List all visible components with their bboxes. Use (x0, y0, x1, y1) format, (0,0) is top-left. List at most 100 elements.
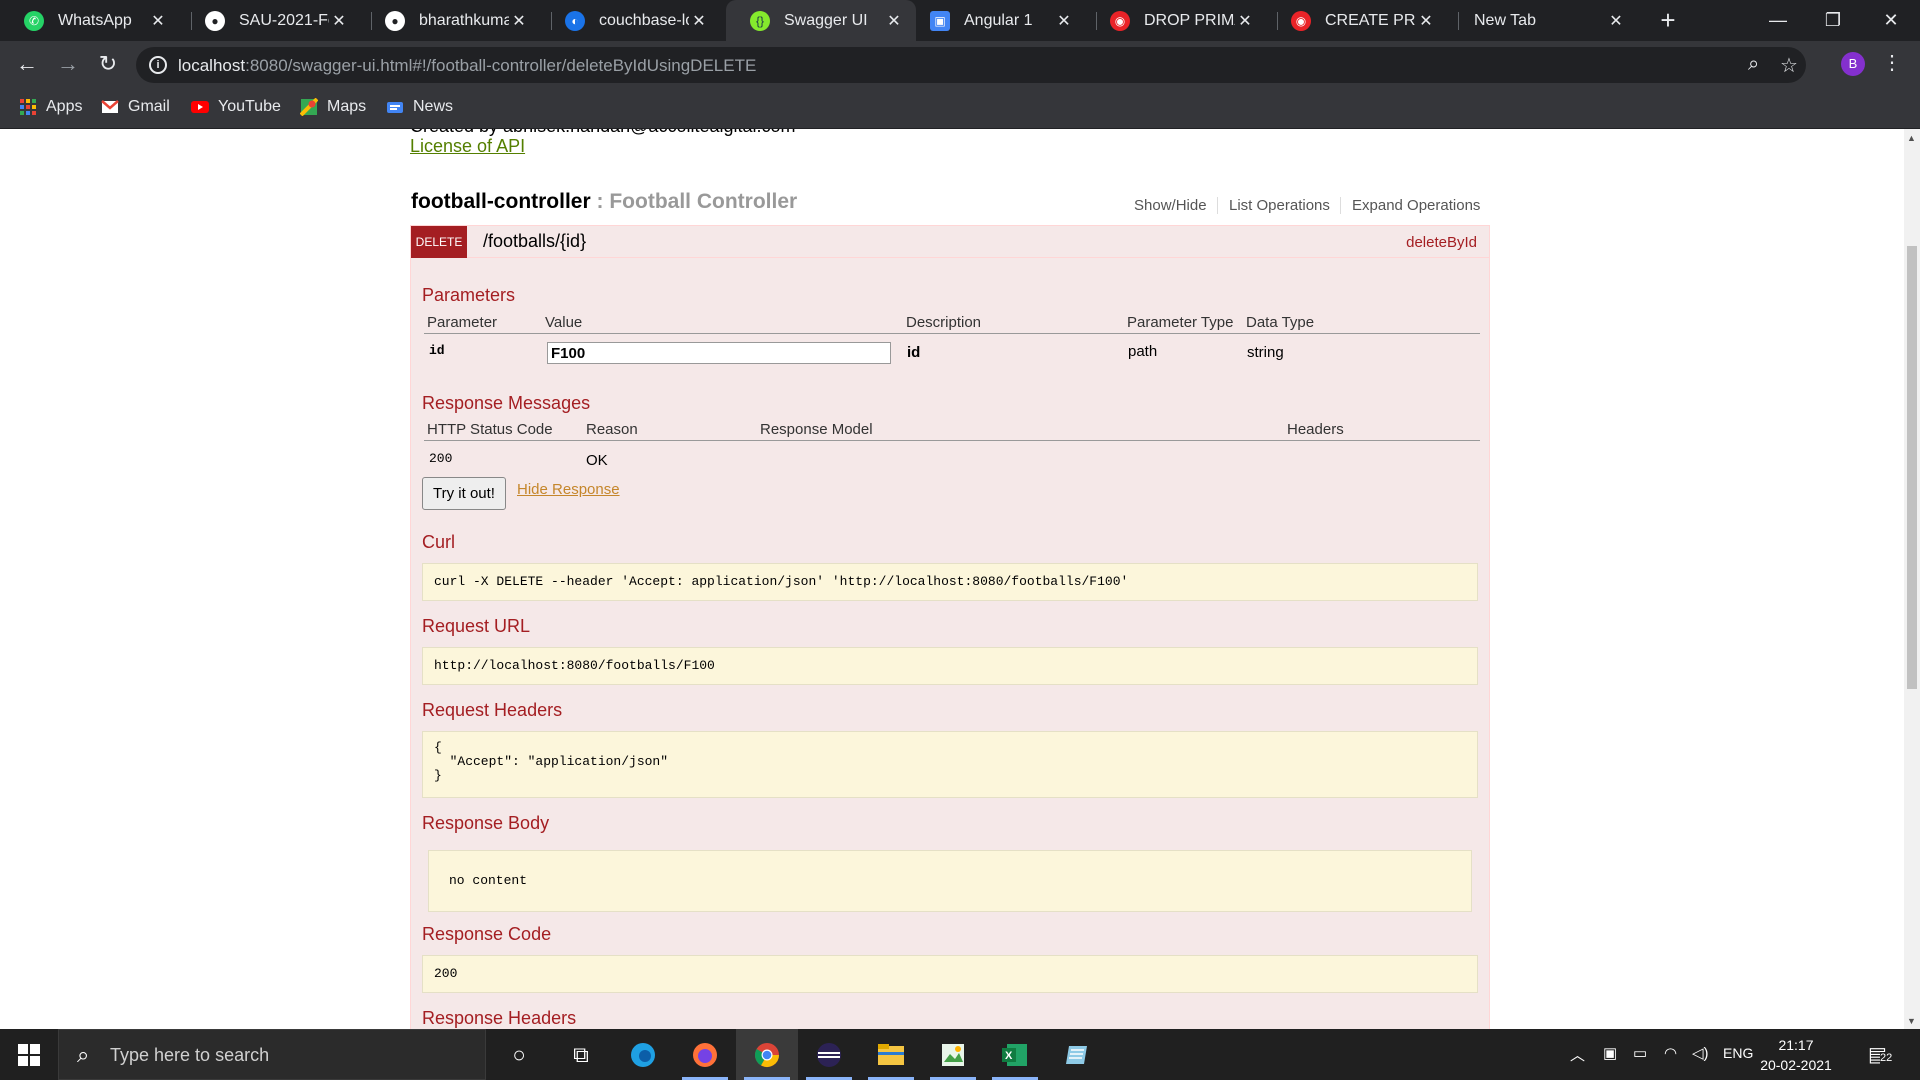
close-icon[interactable]: ✕ (509, 11, 529, 31)
expand-operations-link[interactable]: Expand Operations (1352, 197, 1480, 214)
scrollbar-thumb[interactable] (1907, 246, 1917, 689)
svg-text:X: X (1005, 1050, 1013, 1062)
curl-block: curl -X DELETE --header 'Accept: applica… (422, 563, 1478, 601)
cortana-icon[interactable]: ○ (488, 1029, 550, 1080)
new-tab-button[interactable]: + (1653, 6, 1683, 36)
task-view-icon[interactable]: ⧉ (550, 1029, 612, 1080)
param-header-data-type: Data Type (1246, 314, 1315, 331)
param-header-parameter-type: Parameter Type (1127, 314, 1234, 331)
excel-taskbar-icon[interactable]: X (984, 1029, 1046, 1080)
github-icon: ● (385, 10, 405, 31)
response-code-value: 200 (434, 966, 458, 981)
hide-response-link[interactable]: Hide Response (517, 481, 620, 498)
close-icon[interactable]: ✕ (1606, 11, 1626, 31)
tab-bharathkumar[interactable]: ● bharathkumar5 ✕ (361, 0, 541, 41)
vertical-scrollbar[interactable]: ▲ ▼ (1904, 129, 1920, 1029)
json-accept-line: "Accept": "application/json" (434, 754, 669, 769)
docs-icon: ▣ (930, 10, 950, 31)
controller-separator: : (590, 190, 610, 213)
url-text[interactable]: localhost:8080/swagger-ui.html#!/footbal… (178, 56, 756, 76)
response-body-block: no content (428, 850, 1472, 912)
tab-new-tab[interactable]: New Tab ✕ (1448, 0, 1638, 41)
tab-swagger-ui[interactable]: {} Swagger UI ✕ (726, 0, 916, 41)
browser-toolbar: ← → ↻ i localhost:8080/swagger-ui.html#!… (0, 41, 1920, 88)
close-icon[interactable]: ✕ (1416, 11, 1436, 31)
tab-title: WhatsApp (58, 11, 132, 29)
http-method-badge[interactable]: DELETE (411, 226, 467, 258)
system-clock[interactable]: 21:17 20-02-2021 (1760, 1035, 1832, 1075)
bookmark-star-icon[interactable]: ☆ (1780, 53, 1798, 78)
operation-header[interactable]: DELETE /footballs/{id} deleteById (411, 226, 1489, 258)
taskbar-search-box[interactable]: ⌕ Type here to search (58, 1029, 486, 1080)
close-icon[interactable]: ✕ (884, 11, 904, 31)
edge-taskbar-icon[interactable] (612, 1029, 674, 1080)
bookmark-gmail[interactable]: Gmail (101, 98, 170, 116)
windows-taskbar: ⌕ Type here to search ○ ⧉ X ︿ ▣ ▭ ◠ ◁) E… (0, 1029, 1920, 1080)
address-bar[interactable]: i localhost:8080/swagger-ui.html#!/footb… (136, 47, 1806, 83)
operation-path[interactable]: /footballs/{id} (483, 231, 586, 252)
wifi-icon[interactable]: ◠ (1664, 1044, 1677, 1062)
site-info-icon[interactable]: i (149, 56, 167, 74)
tab-couchbase[interactable]: ◐ couchbase-loca ✕ (541, 0, 721, 41)
tab-angular-1[interactable]: ▣ Angular 1 ✕ (906, 0, 1086, 41)
bookmark-youtube[interactable]: YouTube (191, 98, 281, 116)
resp-header-status: HTTP Status Code (427, 421, 553, 438)
tab-title: CREATE PRIMAR (1325, 11, 1416, 29)
github-icon: ● (205, 10, 225, 31)
scroll-down-arrow-icon[interactable]: ▼ (1907, 1016, 1916, 1026)
minimize-button[interactable]: — (1749, 0, 1807, 41)
show-hide-link[interactable]: Show/Hide (1134, 197, 1207, 214)
show-hidden-icons[interactable]: ︿ (1570, 1044, 1585, 1065)
tab-create-primary[interactable]: ◉ CREATE PRIMAR ✕ (1267, 0, 1448, 41)
notepad-taskbar-icon[interactable] (1046, 1029, 1108, 1080)
request-headers-title: Request Headers (422, 700, 563, 720)
close-icon[interactable]: ✕ (689, 11, 709, 31)
device-icon[interactable]: ▣ (1603, 1044, 1617, 1062)
link-divider (1340, 197, 1341, 214)
bookmark-maps[interactable]: Maps (300, 98, 366, 116)
curl-command: curl -X DELETE --header 'Accept: applica… (434, 574, 1129, 589)
battery-icon[interactable]: ▭ (1633, 1044, 1647, 1062)
operation-name[interactable]: deleteById (1406, 234, 1477, 251)
profile-avatar[interactable]: B (1841, 52, 1865, 76)
close-icon[interactable]: ✕ (148, 11, 168, 31)
json-brace-open: { (434, 740, 442, 755)
bookmark-apps[interactable]: Apps (19, 98, 82, 116)
image-editor-taskbar-icon[interactable] (922, 1029, 984, 1080)
scroll-up-arrow-icon[interactable]: ▲ (1907, 133, 1916, 143)
zoom-icon[interactable]: ⌕ (1748, 53, 1759, 76)
notification-center-icon[interactable]: ▤ 22 (1868, 1042, 1893, 1067)
bookmark-news[interactable]: News (386, 98, 453, 116)
window-close-button[interactable]: ✕ (1862, 0, 1920, 41)
param-name: id (429, 343, 445, 358)
language-indicator[interactable]: ENG (1723, 1045, 1753, 1061)
volume-icon[interactable]: ◁) (1692, 1044, 1709, 1062)
forward-button[interactable]: → (52, 49, 84, 81)
tab-whatsapp[interactable]: ✆ WhatsApp ✕ (0, 0, 180, 41)
back-button[interactable]: ← (11, 49, 43, 81)
param-header-description: Description (906, 314, 982, 331)
reload-button[interactable]: ↻ (92, 49, 124, 81)
list-operations-link[interactable]: List Operations (1229, 197, 1330, 214)
controller-description: Football Controller (609, 190, 798, 213)
file-explorer-taskbar-icon[interactable] (860, 1029, 922, 1080)
firefox-taskbar-icon[interactable] (674, 1029, 736, 1080)
browser-menu-icon[interactable]: ⋮ (1882, 50, 1902, 75)
resp-status-code: 200 (429, 451, 453, 466)
chrome-taskbar-icon[interactable] (736, 1029, 798, 1080)
try-it-out-button[interactable]: Try it out! (422, 477, 506, 510)
license-link[interactable]: License of API (410, 136, 525, 157)
search-icon: ⌕ (77, 1042, 90, 1067)
tab-sau-2021[interactable]: ● SAU-2021-Feb ✕ (181, 0, 361, 41)
start-button[interactable] (0, 1029, 58, 1080)
controller-heading[interactable]: football-controller : Football Controlle… (411, 190, 797, 214)
clock-date: 20-02-2021 (1760, 1057, 1832, 1073)
close-icon[interactable]: ✕ (1235, 11, 1255, 31)
restore-button[interactable]: ❐ (1804, 0, 1862, 41)
close-icon[interactable]: ✕ (1054, 11, 1074, 31)
close-icon[interactable]: ✕ (329, 11, 349, 31)
swagger-icon: {} (750, 10, 770, 31)
param-id-input[interactable] (547, 342, 891, 364)
tab-drop-primary[interactable]: ◉ DROP PRIMARY ✕ (1086, 0, 1267, 41)
eclipse-taskbar-icon[interactable] (798, 1029, 860, 1080)
